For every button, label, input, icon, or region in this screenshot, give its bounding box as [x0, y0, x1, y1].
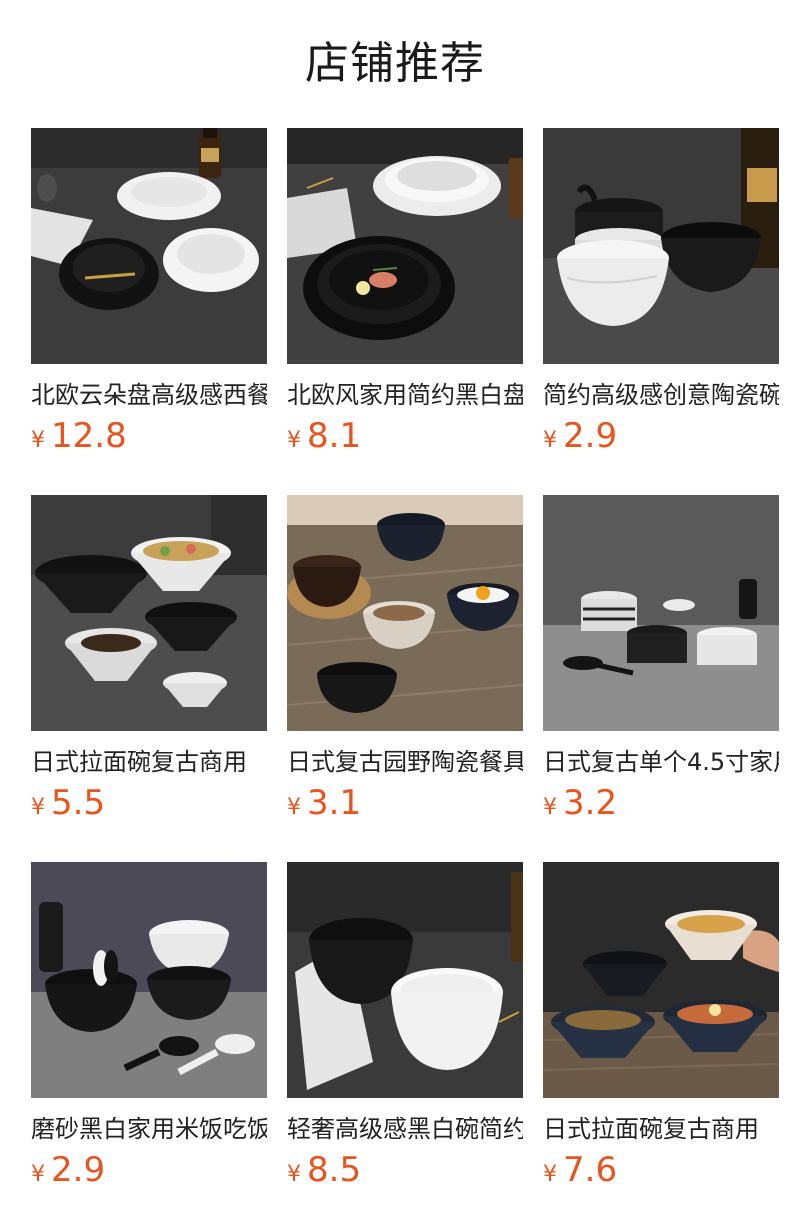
product-name[interactable]: 简约高级感创意陶瓷碗: [543, 378, 779, 412]
product-price: ¥12.8: [31, 414, 267, 458]
product-card[interactable]: 磨砂黑白家用米饭吃饭碗 ¥2.9: [31, 862, 267, 1229]
white-and-black-cloud-plates-photo: [31, 128, 267, 364]
price-amount: 2.9: [51, 1150, 106, 1190]
currency-symbol: ¥: [287, 428, 301, 453]
product-card[interactable]: 日式复古单个4.5寸家用 ¥3.2: [543, 495, 779, 862]
currency-symbol: ¥: [31, 428, 45, 453]
price-amount: 3.2: [563, 783, 618, 823]
product-price: ¥7.6: [543, 1148, 779, 1192]
price-amount: 3.1: [307, 783, 362, 823]
product-card[interactable]: 轻奢高级感黑白碗简约 ¥8.5: [287, 862, 523, 1229]
shop-recommendations-page: 店铺推荐 北欧云朵盘高级感西餐 ¥ 12.8 北欧风家用简约黑白盘 ¥ 8.1 …: [0, 0, 790, 1230]
product-name[interactable]: 轻奢高级感黑白碗简约: [287, 1112, 523, 1146]
currency-symbol: ¥: [31, 795, 45, 820]
product-name[interactable]: 北欧风家用简约黑白盘: [287, 378, 523, 412]
product-image[interactable]: [287, 495, 523, 731]
product-price: ¥8.5: [287, 1148, 523, 1192]
small-rice-bowls-and-spoons-photo: [543, 495, 779, 731]
price-amount: 12.8: [51, 416, 127, 456]
currency-symbol: ¥: [543, 428, 557, 453]
product-image[interactable]: [31, 495, 267, 731]
currency-symbol: ¥: [287, 1162, 301, 1187]
product-name[interactable]: 日式复古单个4.5寸家用: [543, 745, 779, 779]
product-card[interactable]: 日式复古园野陶瓷餐具 ¥3.1: [287, 495, 523, 862]
currency-symbol: ¥: [543, 795, 557, 820]
currency-symbol: ¥: [543, 1162, 557, 1187]
price-amount: 8.1: [307, 416, 362, 456]
product-price: ¥8.1: [287, 414, 523, 458]
price-amount: 8.5: [307, 1150, 362, 1190]
product-image[interactable]: [543, 495, 779, 731]
product-card[interactable]: 简约高级感创意陶瓷碗 ¥2.9: [543, 128, 779, 495]
black-and-white-large-bowls-photo: [287, 862, 523, 1098]
product-price: ¥2.9: [543, 414, 779, 458]
product-card[interactable]: 日式拉面碗复古商用 ¥5.5: [31, 495, 267, 862]
product-name[interactable]: 磨砂黑白家用米饭吃饭碗: [31, 1112, 267, 1146]
price-amount: 2.9: [563, 416, 618, 456]
product-image[interactable]: [287, 862, 523, 1098]
product-image[interactable]: [543, 862, 779, 1098]
ramen-noodle-bowls-photo: [543, 862, 779, 1098]
product-image[interactable]: [543, 128, 779, 364]
product-card[interactable]: 北欧风家用简约黑白盘 ¥8.1: [287, 128, 523, 495]
textured-black-white-bowls-photo: [543, 128, 779, 364]
product-image[interactable]: [31, 862, 267, 1098]
price-amount: 7.6: [563, 1150, 618, 1190]
ramen-bowls-with-salad-photo: [31, 495, 267, 731]
section-title: 店铺推荐: [305, 38, 485, 89]
product-price: ¥3.1: [287, 781, 523, 825]
product-name[interactable]: 日式拉面碗复古商用: [31, 745, 267, 779]
product-card[interactable]: 日式拉面碗复古商用 ¥7.6: [543, 862, 779, 1229]
product-image[interactable]: [287, 128, 523, 364]
product-image[interactable]: [31, 128, 267, 364]
product-price: ¥5.5: [31, 781, 267, 825]
product-price: ¥2.9: [31, 1148, 267, 1192]
product-name[interactable]: 日式复古园野陶瓷餐具: [287, 745, 523, 779]
rustic-ceramic-bowls-on-wood-photo: [287, 495, 523, 731]
currency-symbol: ¥: [31, 1162, 45, 1187]
product-price: ¥3.2: [543, 781, 779, 825]
product-name[interactable]: 日式拉面碗复古商用: [543, 1112, 779, 1146]
product-card[interactable]: 北欧云朵盘高级感西餐盘 ¥12.8: [31, 128, 267, 495]
currency-symbol: ¥: [287, 795, 301, 820]
product-grid: 北欧云朵盘高级感西餐盘 ¥12.8: [31, 128, 790, 1229]
stacked-round-plates-with-salmon-photo: [287, 128, 523, 364]
matte-black-white-bowls-spoons-photo: [31, 862, 267, 1098]
price-amount: 5.5: [51, 783, 106, 823]
product-name[interactable]: 北欧云朵盘高级感西餐盘: [31, 378, 267, 412]
